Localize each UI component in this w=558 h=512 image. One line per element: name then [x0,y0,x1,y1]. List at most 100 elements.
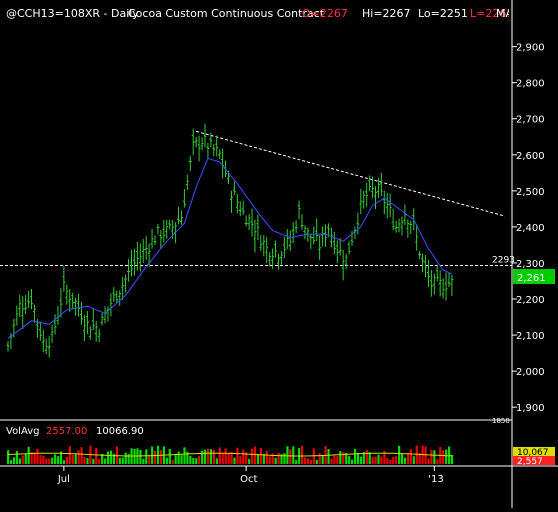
volume-bar [227,454,230,464]
volume-bar [265,450,268,464]
price-tick-label: 2,400 [516,223,545,234]
volume-bar [356,452,360,464]
volume-bar [198,455,201,464]
volume-bar [348,456,351,464]
volume-bar [248,458,251,464]
volume-bar [374,456,377,464]
volume-bar [436,459,439,464]
volume-bar [424,446,427,464]
volume-bar [339,451,342,464]
volume-bar [386,458,389,464]
volume-bar [48,458,51,464]
price-tick-label: 2,800 [516,79,545,90]
volume-bar [83,457,86,464]
volume-bar [54,454,57,464]
header-contract-name: Cocoa Custom Continuous Contract [128,7,325,20]
volume-bar [77,450,80,464]
volume-bar [15,451,19,464]
volume-bar [262,453,265,464]
volume-bar [74,454,77,464]
volume-bar [165,457,168,464]
current-price-tag-label: 2,261 [517,273,546,284]
volume-bar [168,448,171,464]
volume-bar [180,455,183,464]
volume-bar [365,450,368,464]
volume-bar [171,459,174,464]
volume-bar [368,452,371,464]
volume-bar [212,449,215,464]
volume-current-tag-label: 2,557 [517,457,543,467]
volume-bar [21,455,24,464]
volume-bar [333,455,336,464]
header-open: O=2267 [302,7,348,20]
volume-bar [303,457,307,464]
volume-bar [377,454,380,464]
volume-bar [104,458,107,464]
cut-off-label: 1850 [492,417,510,425]
volume-bar [277,452,280,464]
volume-bar [115,446,118,464]
volume-bar [12,457,16,464]
price-tick-label: 2,100 [516,331,545,342]
volume-bar [7,450,10,464]
volume-bar [218,447,221,464]
volume-bar [195,458,198,464]
volume-bar [118,457,121,464]
volume-bar [274,457,277,464]
volume-bar [409,449,412,464]
volume-bar [142,458,145,464]
volume-bar [289,449,292,464]
volume-bar [145,449,148,464]
volume-bar [24,453,27,464]
volume-bar [9,460,13,464]
volume-bar [395,456,398,464]
volume-bar [242,449,245,464]
volume-bar [301,445,304,464]
volume-bar [177,451,180,464]
volume-bar [189,455,192,464]
chart-window: @CCH13=108XR - Daily Cocoa Custom Contin… [0,0,558,508]
volume-bar [336,455,339,464]
volume-bar [174,455,177,464]
volume-bar [201,450,204,464]
price-tick-label: 2,700 [516,115,545,126]
volume-bar [215,458,218,464]
volume-bar [389,459,392,464]
volume-bar [109,450,113,464]
volume-bar [259,447,263,464]
price-chart: @CCH13=108XR - Daily Cocoa Custom Contin… [0,0,558,508]
header-high: Hi=2267 [362,7,411,20]
volume-bar [209,449,213,464]
volume-bar [398,445,401,464]
volume-bar [206,448,210,464]
volume-bar [124,452,127,464]
volume-bar [330,458,333,464]
volume-bar [327,448,330,464]
volume-bar [80,447,83,464]
volume-bar [286,446,289,464]
volume-bar [95,447,98,464]
volume-bar [36,448,39,464]
volume-bar [318,453,321,464]
volume-bar [51,457,54,464]
volume-bar [18,458,21,464]
volume-bar [106,451,110,464]
volume-bar [359,456,362,464]
volume-bar [306,458,310,464]
volume-bar [39,455,42,464]
price-tick-label: 1,900 [516,403,545,414]
volume-label: VolAvg [6,426,39,437]
support-label: 2293 [492,255,515,265]
price-tick-label: 2,600 [516,151,545,162]
volume-bar [27,446,30,464]
volume-bar [65,456,68,464]
volume-bar [283,453,286,464]
volume-bar [430,449,433,464]
volume-bar [221,452,224,464]
header-low: Lo=2251 [418,7,468,20]
price-tick-label: 2,200 [516,295,545,306]
volume-bar [233,457,236,464]
volume-bar [342,452,345,464]
volume-bar [92,459,95,464]
volume-bar [445,449,448,464]
